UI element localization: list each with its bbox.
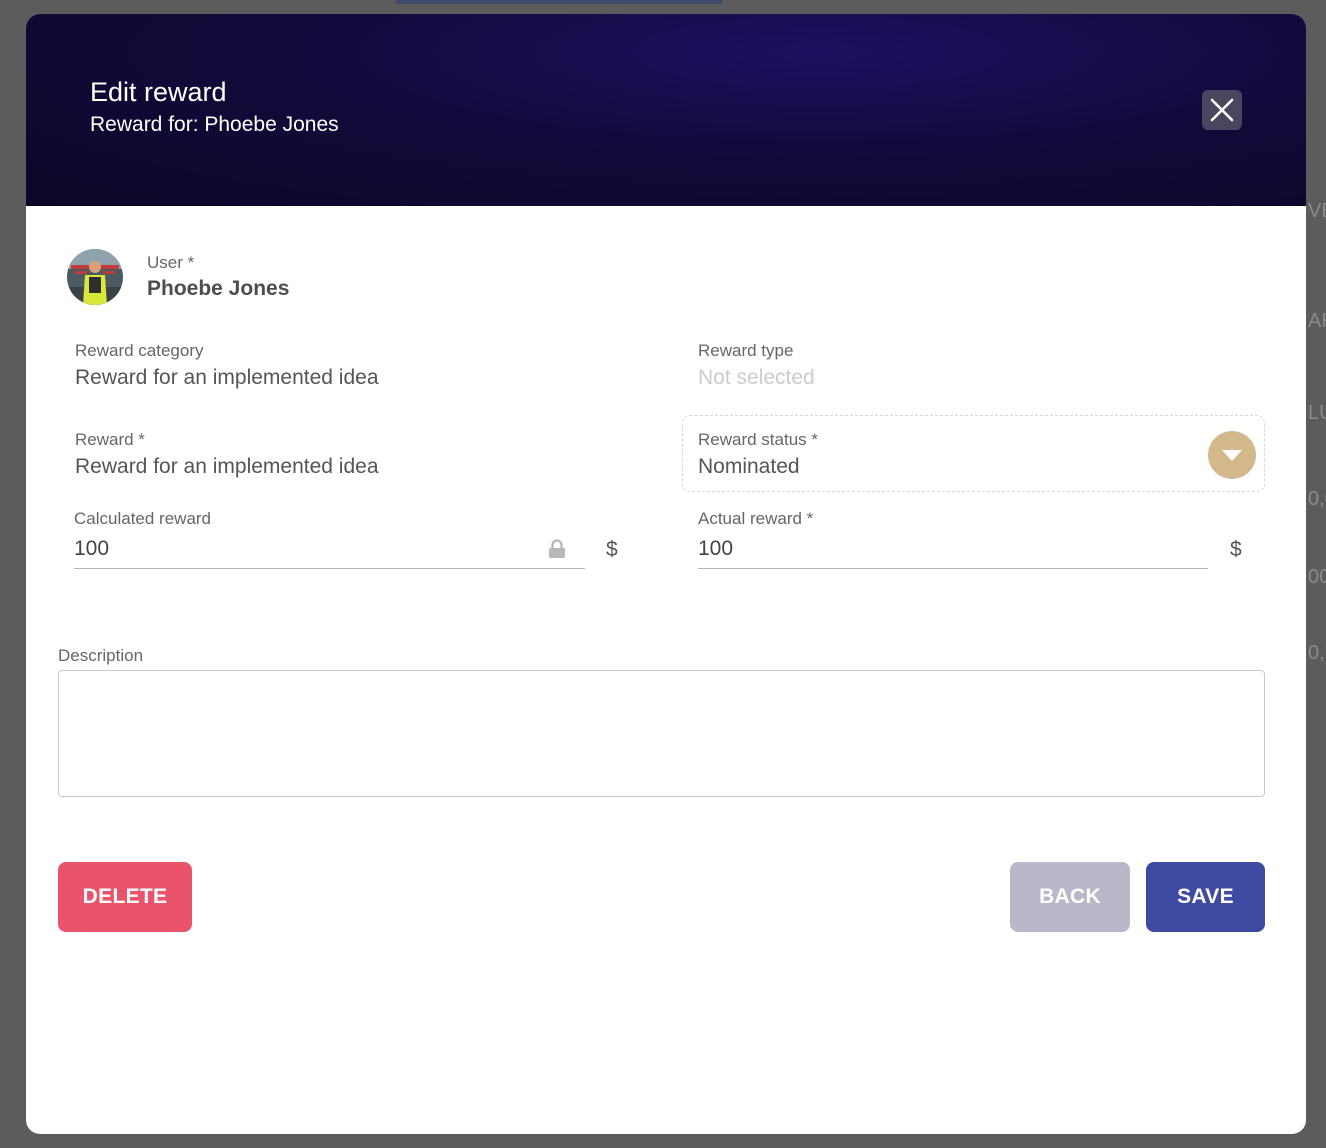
background-text: LU bbox=[1308, 402, 1326, 424]
reward-category-label: Reward category bbox=[75, 341, 204, 360]
lock-icon bbox=[549, 539, 565, 558]
calculated-reward-label: Calculated reward bbox=[74, 509, 212, 528]
user-name: Phoebe Jones bbox=[147, 277, 290, 300]
reward-status-dropdown-button[interactable] bbox=[1208, 431, 1256, 479]
reward-value: Reward for an implemented idea bbox=[75, 455, 379, 478]
description-label: Description bbox=[58, 646, 144, 665]
background-tab-indicator bbox=[396, 0, 722, 4]
reward-category-value: Reward for an implemented idea bbox=[75, 366, 379, 389]
reward-type-value[interactable]: Not selected bbox=[698, 365, 815, 391]
background-text: 0,7 bbox=[1308, 642, 1326, 664]
modal-title: Edit reward bbox=[90, 77, 227, 107]
delete-button[interactable]: DELETE bbox=[58, 862, 192, 932]
reward-status-value[interactable]: Nominated bbox=[698, 454, 800, 480]
background-text: AR bbox=[1308, 310, 1326, 332]
user-label: User * bbox=[147, 253, 195, 272]
modal-header: Edit reward Reward for: Phoebe Jones bbox=[26, 14, 1306, 206]
description-textarea[interactable] bbox=[58, 670, 1265, 797]
avatar bbox=[67, 249, 123, 305]
calculated-reward-currency: $ bbox=[606, 538, 618, 561]
background-text: 0,0 bbox=[1308, 488, 1326, 510]
modal-subtitle: Reward for: Phoebe Jones bbox=[90, 113, 339, 136]
reward-status-label: Reward status * bbox=[698, 430, 818, 449]
actual-reward-currency: $ bbox=[1230, 538, 1242, 561]
close-icon bbox=[1210, 98, 1234, 122]
reward-type-label: Reward type bbox=[698, 341, 794, 360]
actual-reward-label: Actual reward * bbox=[698, 509, 814, 528]
reward-label: Reward * bbox=[75, 430, 145, 449]
actual-reward-input[interactable] bbox=[698, 529, 1208, 569]
background-text: 00 bbox=[1308, 566, 1326, 588]
calculated-reward-input bbox=[74, 529, 585, 569]
background-text: VE bbox=[1308, 200, 1326, 222]
chevron-down-icon bbox=[1222, 450, 1242, 461]
edit-reward-modal: Edit reward Reward for: Phoebe Jones Use… bbox=[26, 14, 1306, 1134]
back-button[interactable]: BACK bbox=[1010, 862, 1130, 932]
save-button[interactable]: SAVE bbox=[1146, 862, 1265, 932]
close-button[interactable] bbox=[1202, 90, 1242, 130]
